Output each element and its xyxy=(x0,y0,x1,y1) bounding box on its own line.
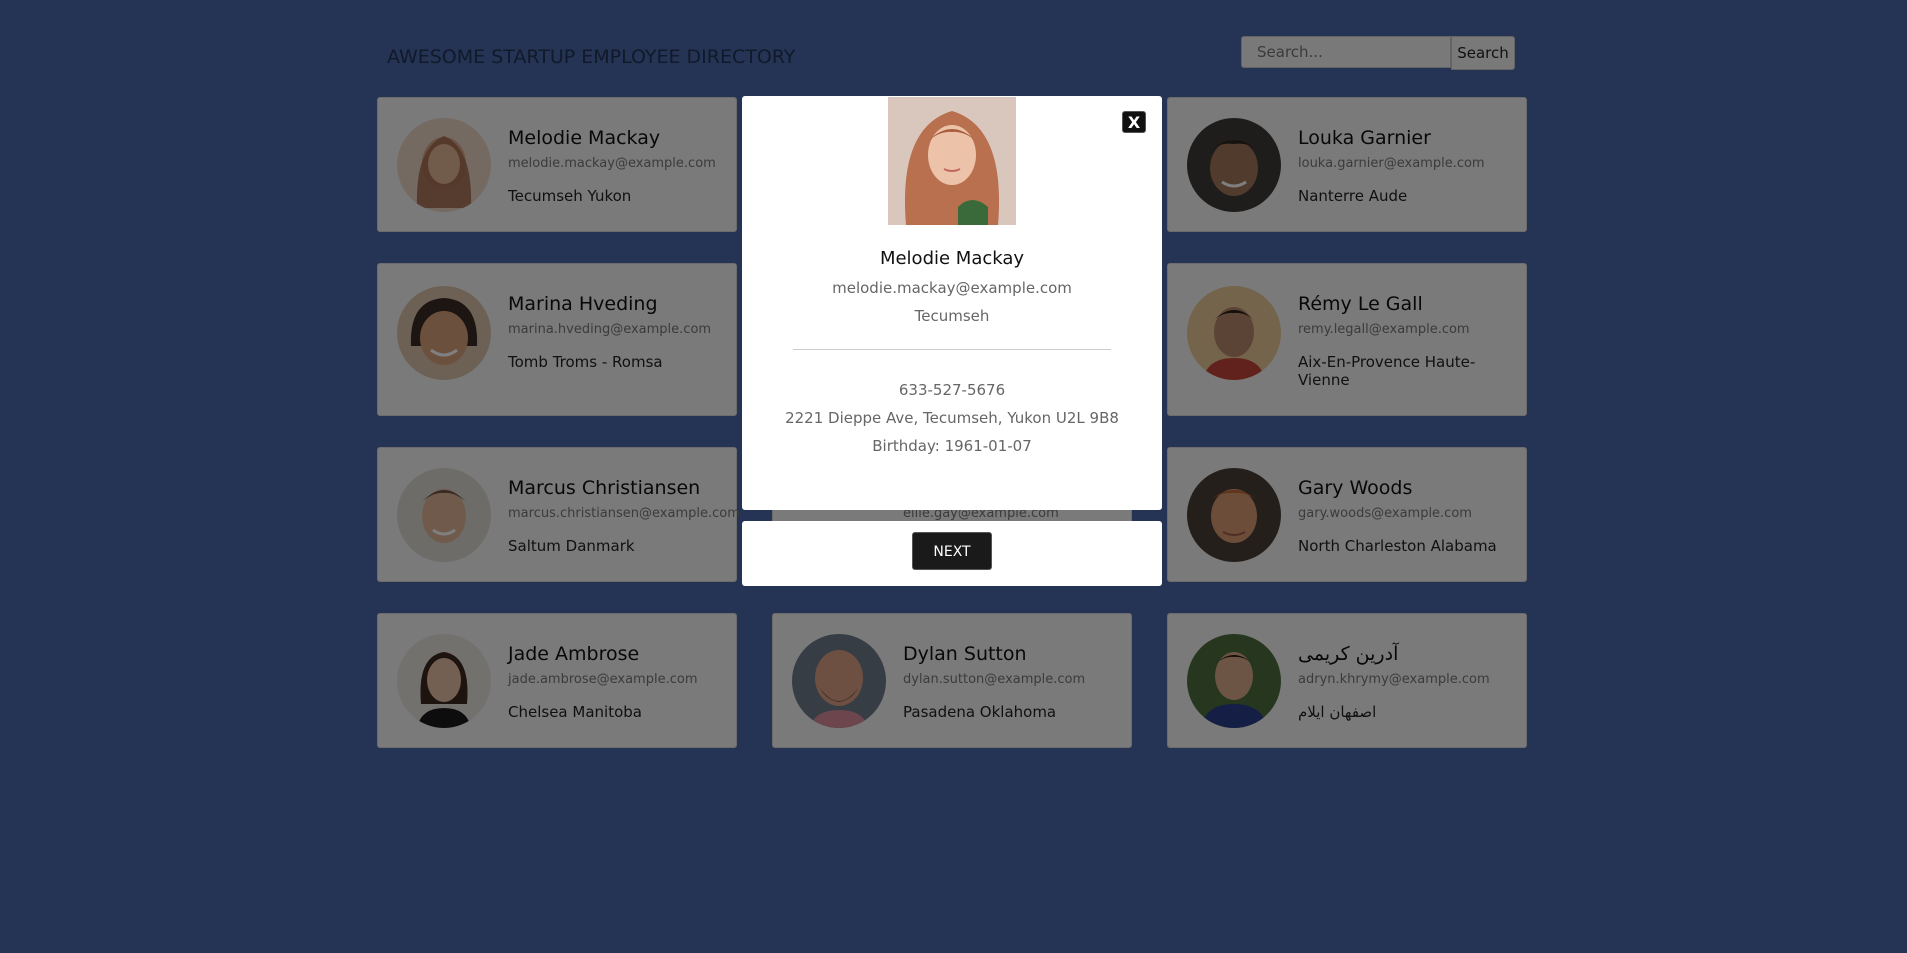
close-button[interactable]: X xyxy=(1122,111,1146,133)
modal-email: melodie.mackay@example.com xyxy=(832,279,1072,297)
modal-address: 2221 Dieppe Ave, Tecumseh, Yukon U2L 9B8 xyxy=(785,409,1119,427)
modal-birthday: Birthday: 1961-01-07 xyxy=(872,437,1032,455)
modal-phone: 633-527-5676 xyxy=(898,381,1006,399)
modal-city: Tecumseh xyxy=(914,307,990,325)
next-button[interactable]: NEXT xyxy=(912,532,992,570)
modal-avatar xyxy=(888,97,1016,225)
modal-name: Melodie Mackay xyxy=(879,248,1025,269)
employee-modal: X Melodie Mackay melodie.mackay@example.… xyxy=(742,96,1162,510)
modal-divider xyxy=(793,349,1111,350)
modal-footer: NEXT xyxy=(742,521,1162,586)
